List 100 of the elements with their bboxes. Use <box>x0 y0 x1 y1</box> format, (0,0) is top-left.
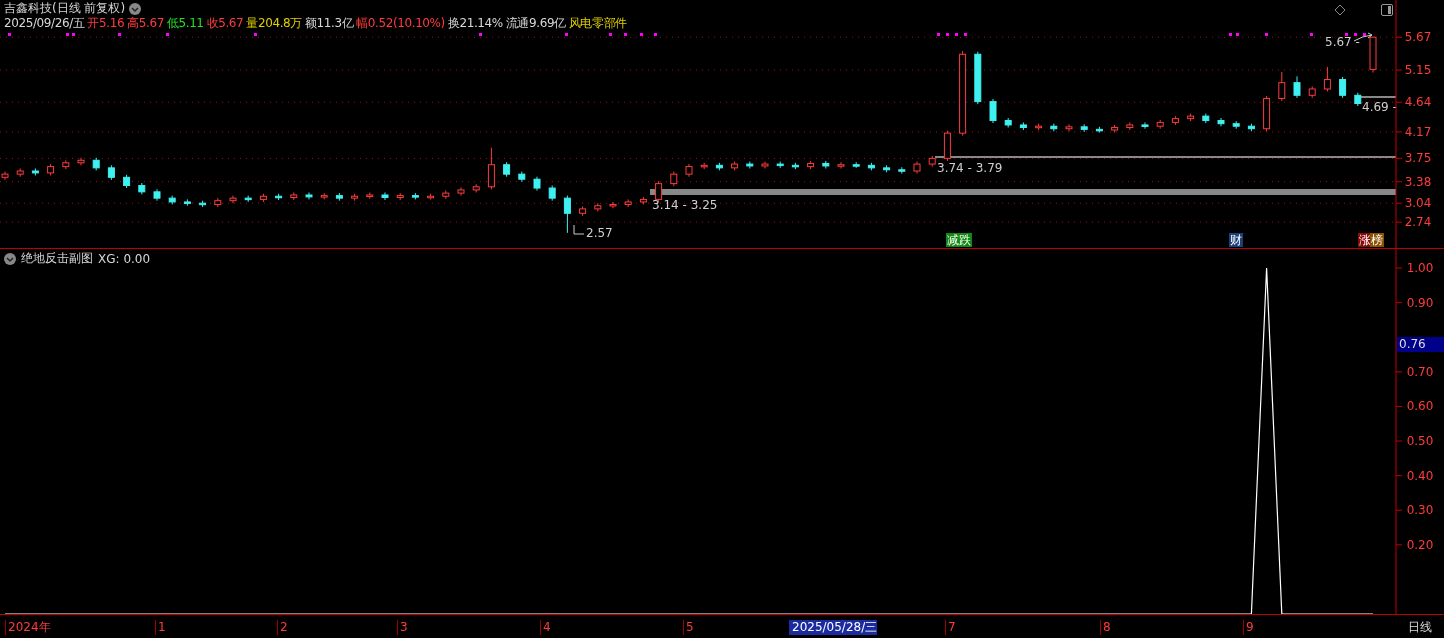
candlestick <box>594 202 602 212</box>
time-axis-label: 5 <box>683 620 694 635</box>
candlestick <box>639 196 647 205</box>
panel-icon[interactable] <box>1381 4 1393 16</box>
candlestick <box>761 161 769 169</box>
candlestick <box>229 195 237 204</box>
dropdown-icon[interactable] <box>129 2 142 15</box>
candlestick <box>123 174 131 189</box>
candlestick <box>290 191 298 201</box>
candlestick <box>548 185 556 202</box>
price-label: 4.69 - <box>1362 100 1397 114</box>
candlestick <box>1080 123 1088 133</box>
candlestick <box>1126 121 1134 131</box>
axis-label: 0.30 <box>1406 503 1434 518</box>
candlestick <box>381 191 389 201</box>
candlestick <box>411 192 419 200</box>
quote-field: 换21.14% <box>447 15 503 32</box>
candlestick <box>1004 117 1012 128</box>
candlestick <box>974 51 982 105</box>
axis-label: 2.74 <box>1404 215 1432 230</box>
candlestick <box>1035 123 1043 131</box>
axis-label: 0.70 <box>1406 364 1434 379</box>
candlestick <box>685 163 693 178</box>
axis-label: 5.15 <box>1404 63 1432 78</box>
signal-tag: 减跌 <box>946 233 972 247</box>
time-axis-label: 8 <box>1100 620 1111 635</box>
price-label: 3.74 - 3.79 <box>937 161 1003 175</box>
quote-field: 幅0.52(10.10%) <box>356 15 445 32</box>
candlestick <box>1369 36 1377 74</box>
time-axis-label: 9 <box>1243 620 1254 635</box>
candlestick <box>183 198 191 207</box>
candlestick <box>503 161 511 178</box>
candlestick <box>1187 113 1195 122</box>
candlestick <box>670 171 678 187</box>
leader-line <box>573 224 585 235</box>
candlestick <box>31 168 39 176</box>
candlestick <box>275 193 283 201</box>
candlestick <box>92 157 100 171</box>
quote-field: 量204.8万 <box>246 15 302 32</box>
price-label: 5.67 - <box>1325 35 1360 49</box>
candlestick <box>867 162 875 171</box>
period-label[interactable]: 日线 <box>1408 620 1432 635</box>
candlestick <box>138 182 146 195</box>
candlestick <box>335 192 343 202</box>
quote-field: 风电零部件 <box>568 15 627 32</box>
price-label: 2.57 <box>586 226 613 240</box>
candlestick <box>487 147 495 190</box>
stock-title: 吉鑫科技(日线 前复权) <box>4 0 126 17</box>
candlestick <box>746 161 754 169</box>
candlestick <box>77 157 85 166</box>
candlestick <box>913 161 921 175</box>
candlestick <box>609 201 617 209</box>
quote-field: 高5.67 <box>127 15 164 32</box>
candlestick <box>928 155 936 168</box>
time-axis-label: 1 <box>155 620 166 635</box>
candlestick <box>1050 123 1058 132</box>
candlestick <box>214 197 222 208</box>
indicator-title: 绝地反击副图 <box>21 250 93 267</box>
candlestick <box>1217 117 1225 127</box>
time-axis-label: 7 <box>945 620 956 635</box>
candlestick <box>1019 121 1027 131</box>
candlestick <box>1339 76 1347 99</box>
time-axis-label: 4 <box>540 620 551 635</box>
quote-field: 额11.3亿 <box>304 15 354 32</box>
candlestick <box>943 130 951 162</box>
candlestick <box>837 161 845 169</box>
candlestick <box>16 168 24 178</box>
axis-label: 5.67 <box>1404 30 1432 45</box>
axis-label: 0.50 <box>1406 434 1434 449</box>
candlestick <box>1263 95 1271 132</box>
candlestick <box>518 171 526 183</box>
axis-label: 3.04 <box>1404 196 1432 211</box>
quote-date: 2025/09/26/五 <box>4 15 85 32</box>
quote-field: 收5.67 <box>206 15 244 32</box>
candlestick <box>1308 85 1316 99</box>
candlestick <box>1232 120 1240 130</box>
candlestick <box>533 176 541 192</box>
candlestick <box>822 160 830 169</box>
axis-label: 4.64 <box>1404 95 1432 110</box>
candlestick <box>1065 123 1073 132</box>
candlestick <box>700 162 708 170</box>
candlestick <box>852 161 860 169</box>
candlestick <box>791 162 799 170</box>
axis-label: 0.40 <box>1406 468 1434 483</box>
time-axis-label: 3 <box>397 620 408 635</box>
diamond-icon[interactable] <box>1334 4 1346 16</box>
candlestick <box>366 191 374 200</box>
quote-field: 流通9.69亿 <box>505 15 566 32</box>
axis-label: 0.90 <box>1406 295 1434 310</box>
dropdown-icon[interactable] <box>4 252 16 265</box>
candlestick <box>1095 126 1103 133</box>
signal-tag: 榜 <box>1370 233 1384 247</box>
candlestick <box>1156 119 1164 130</box>
time-axis-label: 2 <box>277 620 288 635</box>
candlestick <box>107 164 115 181</box>
candlestick <box>427 193 435 200</box>
quote-field: 低5.11 <box>166 15 204 32</box>
candlestick <box>1111 124 1119 133</box>
candlestick <box>472 183 480 193</box>
axis-label: 0.20 <box>1406 537 1434 552</box>
